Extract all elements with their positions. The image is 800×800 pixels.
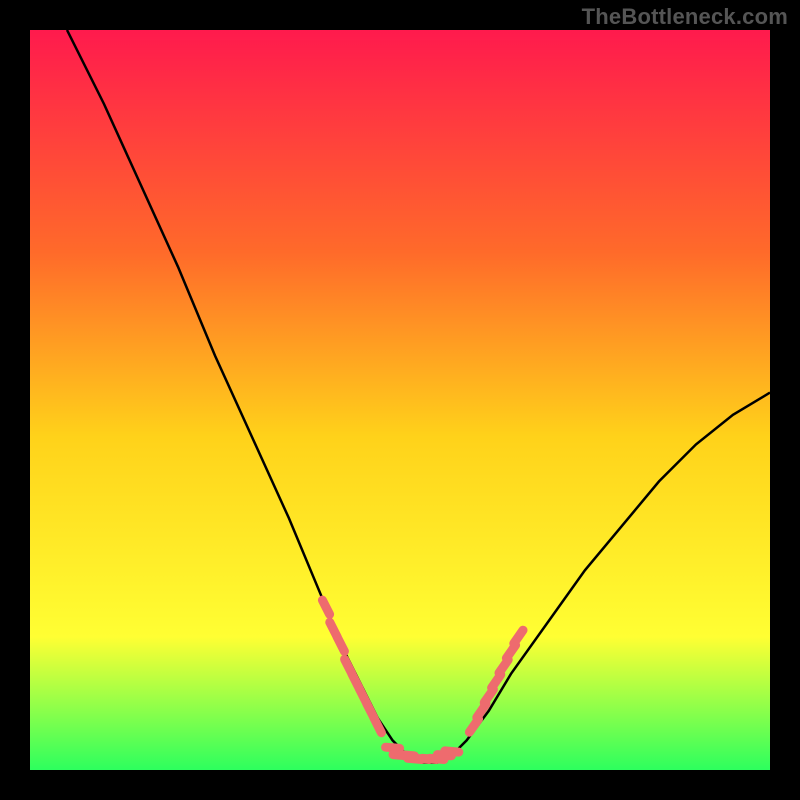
curve-marker <box>337 637 344 651</box>
curve-marker <box>322 600 329 614</box>
curve-marker <box>374 719 381 733</box>
gradient-background <box>30 30 770 770</box>
chart-frame: TheBottleneck.com <box>0 0 800 800</box>
curve-marker <box>386 747 400 748</box>
chart-svg <box>30 30 770 770</box>
plot-area <box>30 30 770 770</box>
curve-marker <box>445 751 459 752</box>
watermark-text: TheBottleneck.com <box>582 4 788 30</box>
